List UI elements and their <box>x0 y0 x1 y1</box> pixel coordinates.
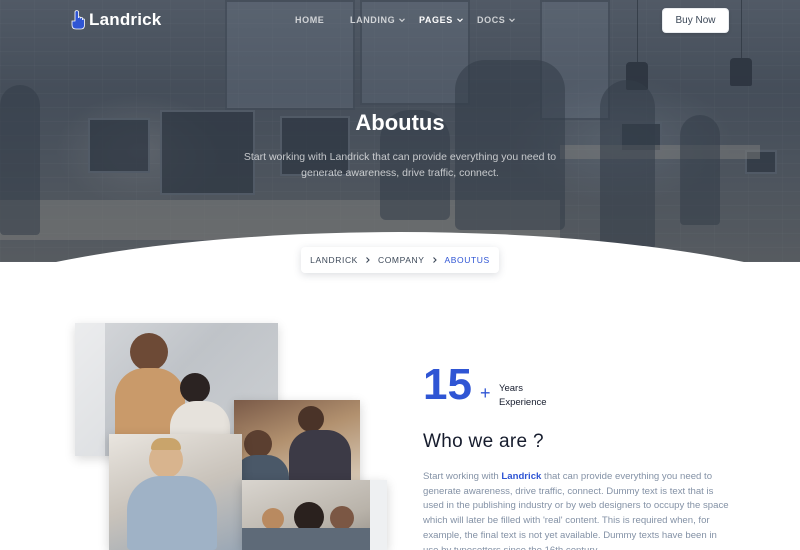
page-title: Aboutus <box>355 110 445 135</box>
years-label-line2: Experience <box>499 397 547 408</box>
buy-now-button[interactable]: Buy Now <box>662 8 729 33</box>
nav-item-label: LANDING <box>350 15 396 25</box>
section-heading: Who we are ? <box>423 431 544 452</box>
section-paragraph: Start working with Landrick that can pro… <box>423 470 733 550</box>
nav-item-landing[interactable]: LANDING <box>350 15 419 25</box>
nav-item-docs[interactable]: DOCS <box>477 15 522 25</box>
chevron-right-icon <box>432 257 437 263</box>
years-plus-sign: + <box>480 383 491 403</box>
main-nav: HOME LANDING PAGES DOCS <box>295 15 522 25</box>
nav-item-label: PAGES <box>419 15 453 25</box>
breadcrumb-item-company[interactable]: COMPANY <box>378 255 425 265</box>
chevron-right-icon <box>366 257 370 263</box>
logo-icon <box>71 10 85 30</box>
nav-item-label: HOME <box>295 15 325 25</box>
page-subtitle: Start working with Landrick that can pro… <box>243 151 557 179</box>
about-image-team-meeting <box>242 480 387 550</box>
years-label-line1: Years <box>499 383 523 394</box>
breadcrumb-item-landrick[interactable]: LANDRICK <box>310 255 358 265</box>
breadcrumb: LANDRICK COMPANY ABOUTUS <box>301 247 499 273</box>
nav-item-label: DOCS <box>477 15 506 25</box>
chevron-down-icon <box>399 18 406 23</box>
paragraph-intro: Start working with <box>423 471 502 482</box>
breadcrumb-item-aboutus: ABOUTUS <box>444 255 490 265</box>
chevron-down-icon <box>509 18 516 23</box>
brand-logo[interactable]: Landrick <box>70 9 161 31</box>
brand-name: Landrick <box>89 10 162 29</box>
years-counter: 15 <box>423 360 472 409</box>
paragraph-body: that can provide everything you need to … <box>423 471 729 550</box>
nav-item-pages[interactable]: PAGES <box>419 15 477 25</box>
about-image-man-phone <box>109 434 242 550</box>
brand-link[interactable]: Landrick <box>501 471 541 482</box>
chevron-down-icon <box>456 18 463 23</box>
nav-item-home[interactable]: HOME <box>295 15 350 25</box>
